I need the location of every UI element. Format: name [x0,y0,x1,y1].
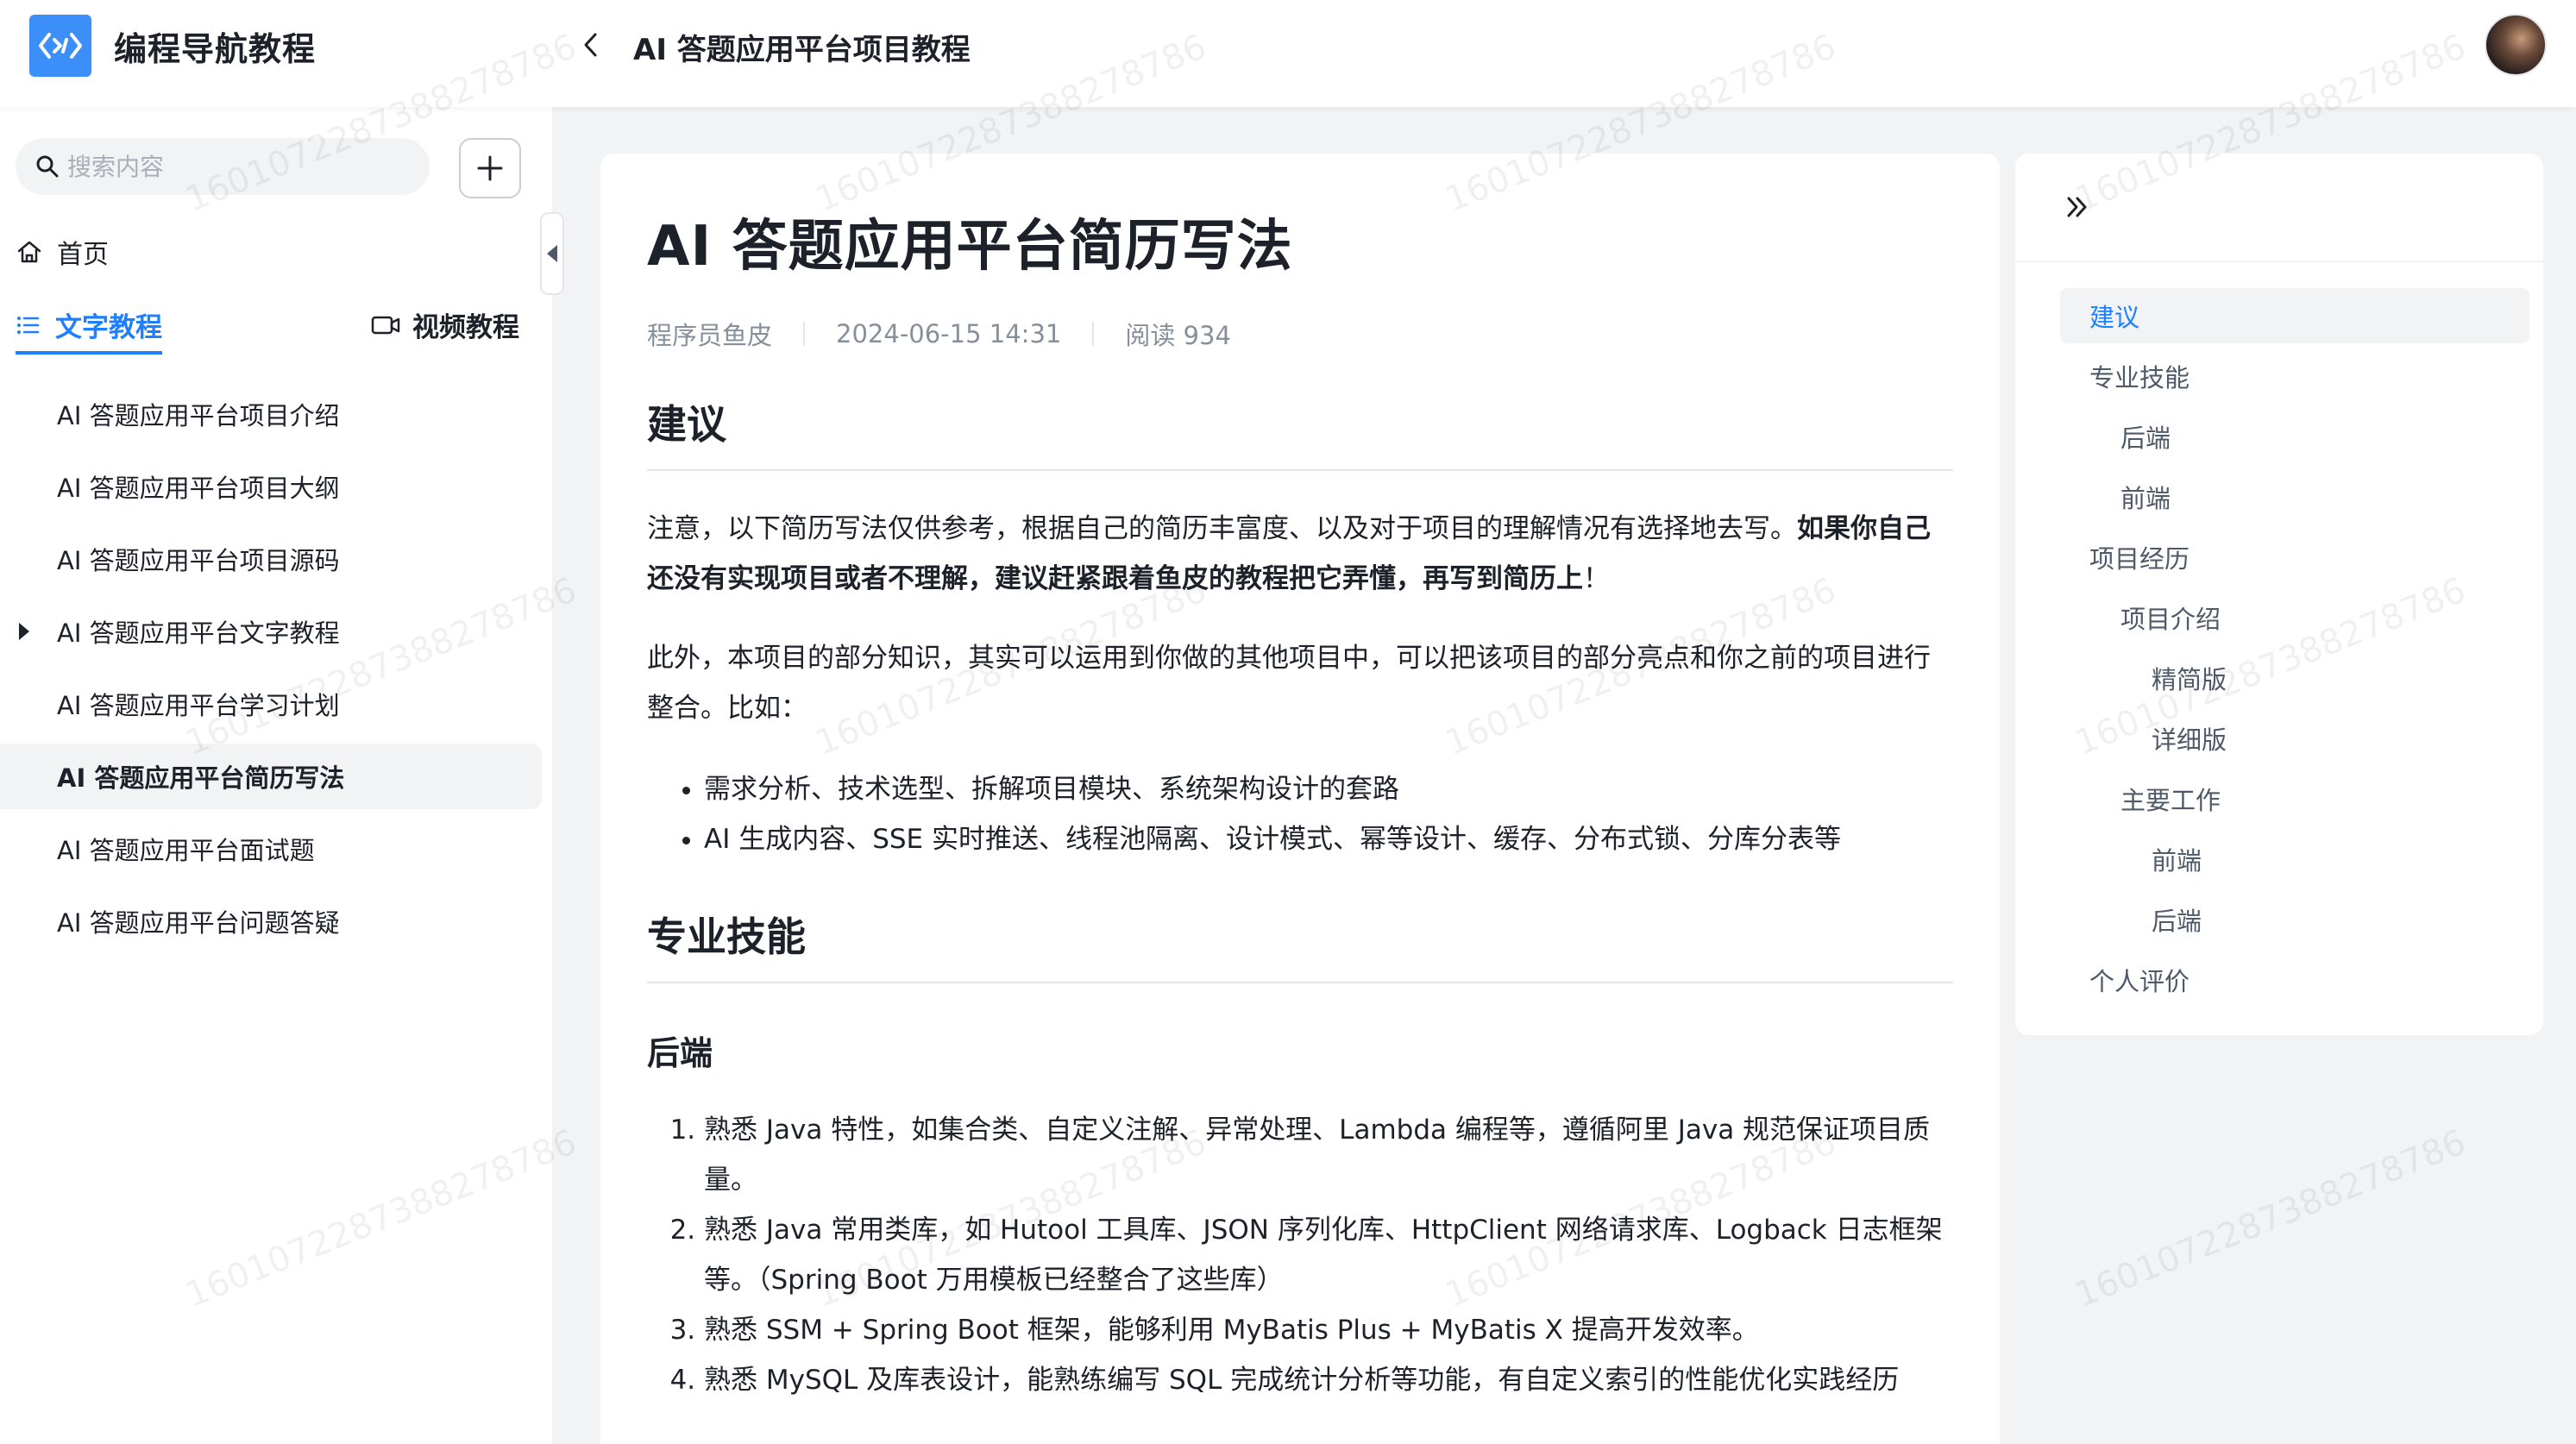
meta-divider [1092,322,1095,346]
caret-right-icon[interactable] [19,623,29,640]
tab-text-label: 文字教程 [55,312,162,343]
toc-divider [2015,261,2543,262]
toc-item-work-frontend[interactable]: 前端 [2060,832,2529,887]
toc-list: 建议 专业技能 后端 前端 项目经历 项目介绍 精简版 详细版 主要工作 前端 … [2060,288,2529,1013]
nav-item-label: AI 答题应用平台面试题 [57,836,315,865]
nav-item-label: AI 答题应用平台学习计划 [57,691,340,720]
toc-item-project-intro[interactable]: 项目介绍 [2060,590,2529,645]
header-title: AI 答题应用平台项目教程 [633,33,971,67]
note-text: 注意，以下简历写法仅供参考，根据自己的简历丰富度、以及对于项目的理解情况有选择地… [647,513,1797,544]
list-item: 熟悉 Java 特性，如集合类、自定义注解、异常处理、Lambda 编程等，遵循… [704,1105,1953,1205]
watermark: 16010722873882787​86 [2069,1122,2472,1315]
tab-video-label: 视频教程 [412,312,519,343]
meta-divider [803,322,806,346]
toc-collapse-button[interactable] [2058,188,2096,226]
toc-item-brief[interactable]: 精简版 [2060,650,2529,706]
sidebar: 首页 文字教程 视频教程 AI 答题应用平台项目介绍 AI 答题应用平台项目大纲… [0,107,552,1444]
list-item: 熟悉 SSM + Spring Boot 框架，能够利用 MyBatis Plu… [704,1305,1953,1355]
nav-item-label: AI 答题应用平台简历写法 [57,763,345,793]
highlight-list: 需求分析、技术选型、拆解项目模块、系统架构设计的套路 AI 生成内容、SSE 实… [647,764,1953,864]
list-item: 需求分析、技术选型、拆解项目模块、系统架构设计的套路 [704,764,1953,814]
article-reads: 阅读 934 [1125,321,1231,350]
sidebar-item-text-tutorial[interactable]: AI 答题应用平台文字教程 [0,599,542,664]
caret-left-icon [547,245,557,262]
sidebar-item-home[interactable]: 首页 [16,233,109,271]
search-icon [36,155,59,178]
sidebar-collapse-button[interactable] [540,212,564,295]
nav-item-label: AI 答题应用平台文字教程 [57,618,340,648]
toc-item-detailed[interactable]: 详细版 [2060,711,2529,766]
nav-item-label: AI 答题应用平台项目大纲 [57,474,340,503]
section-heading-suggest: 建议 [647,393,1953,471]
note-end: ！ [1583,563,1610,594]
article-title: AI 答题应用平台简历写法 [647,215,1293,279]
article-date: 2024-06-15 14:31 [836,319,1062,348]
video-icon [371,316,400,334]
sidebar-item-qa[interactable]: AI 答题应用平台问题答疑 [0,888,542,954]
search-input[interactable] [67,152,395,181]
add-button[interactable] [459,138,521,198]
home-icon [17,241,41,263]
toc-item-main-work[interactable]: 主要工作 [2060,771,2529,826]
toc-item-skills[interactable]: 专业技能 [2060,348,2529,404]
table-of-contents: 建议 专业技能 后端 前端 项目经历 项目介绍 精简版 详细版 主要工作 前端 … [2015,154,2543,1035]
list-item: 熟悉 MySQL 及库表设计，能熟练编写 SQL 完成统计分析等功能，有自定义索… [704,1355,1953,1405]
toc-item-experience[interactable]: 项目经历 [2060,530,2529,585]
section-heading-skills: 专业技能 [647,906,1953,983]
sidebar-item-resume[interactable]: AI 答题应用平台简历写法 [0,744,542,809]
toc-item-work-backend[interactable]: 后端 [2060,892,2529,947]
skills-list: 熟悉 Java 特性，如集合类、自定义注解、异常处理、Lambda 编程等，遵循… [647,1105,1953,1405]
paragraph-note: 注意，以下简历写法仅供参考，根据自己的简历丰富度、以及对于项目的理解情况有选择地… [647,504,1953,604]
top-header: 编程导航教程 AI 答题应用平台项目教程 [0,0,2576,107]
tab-text-tutorial[interactable]: 文字教程 [16,305,162,355]
sidebar-item-outline[interactable]: AI 答题应用平台项目大纲 [0,454,542,519]
plus-icon [477,155,503,181]
tutorial-tabs: 文字教程 视频教程 [16,305,533,357]
double-chevron-right-icon [2067,197,2087,217]
sidebar-item-interview[interactable]: AI 答题应用平台面试题 [0,816,542,882]
search-box[interactable] [16,138,430,195]
list-icon [17,316,40,334]
article-content: AI 答题应用平台简历写法 程序员鱼皮 2024-06-15 14:31 阅读 … [600,154,2000,1444]
toc-item-suggest[interactable]: 建议 [2060,288,2529,343]
nav-item-label: AI 答题应用平台问题答疑 [57,908,340,938]
subheading-backend: 后端 [647,1034,713,1072]
home-label: 首页 [57,240,109,270]
list-item: 熟悉 Java 常用类库，如 Hutool 工具库、JSON 序列化库、Http… [704,1205,1953,1305]
sidebar-item-source[interactable]: AI 答题应用平台项目源码 [0,526,542,592]
chevron-left-icon [584,33,597,57]
toc-item-skills-frontend[interactable]: 前端 [2060,469,2529,524]
nav-item-label: AI 答题应用平台项目介绍 [57,401,340,430]
article-author[interactable]: 程序员鱼皮 [647,316,772,352]
tab-video-tutorial[interactable]: 视频教程 [371,305,519,344]
brand-name[interactable]: 编程导航教程 [114,22,316,70]
tutorial-nav-list: AI 答题应用平台项目介绍 AI 答题应用平台项目大纲 AI 答题应用平台项目源… [0,381,542,961]
list-item: AI 生成内容、SSE 实时推送、线程池隔离、设计模式、幂等设计、缓存、分布式锁… [704,814,1953,864]
article-meta: 程序员鱼皮 2024-06-15 14:31 阅读 934 [647,316,1953,352]
user-avatar[interactable] [2485,14,2547,76]
paragraph-integration: 此外，本项目的部分知识，其实可以运用到你做的其他项目中，可以把该项目的部分亮点和… [647,643,1931,724]
sidebar-item-intro[interactable]: AI 答题应用平台项目介绍 [0,381,542,447]
code-nav-logo-icon [39,33,82,59]
sidebar-item-study-plan[interactable]: AI 答题应用平台学习计划 [0,671,542,737]
toc-item-self-evaluation[interactable]: 个人评价 [2060,952,2529,1008]
toc-item-skills-backend[interactable]: 后端 [2060,409,2529,464]
back-button[interactable] [574,26,608,64]
logo-icon[interactable] [29,15,91,77]
nav-item-label: AI 答题应用平台项目源码 [57,546,340,575]
